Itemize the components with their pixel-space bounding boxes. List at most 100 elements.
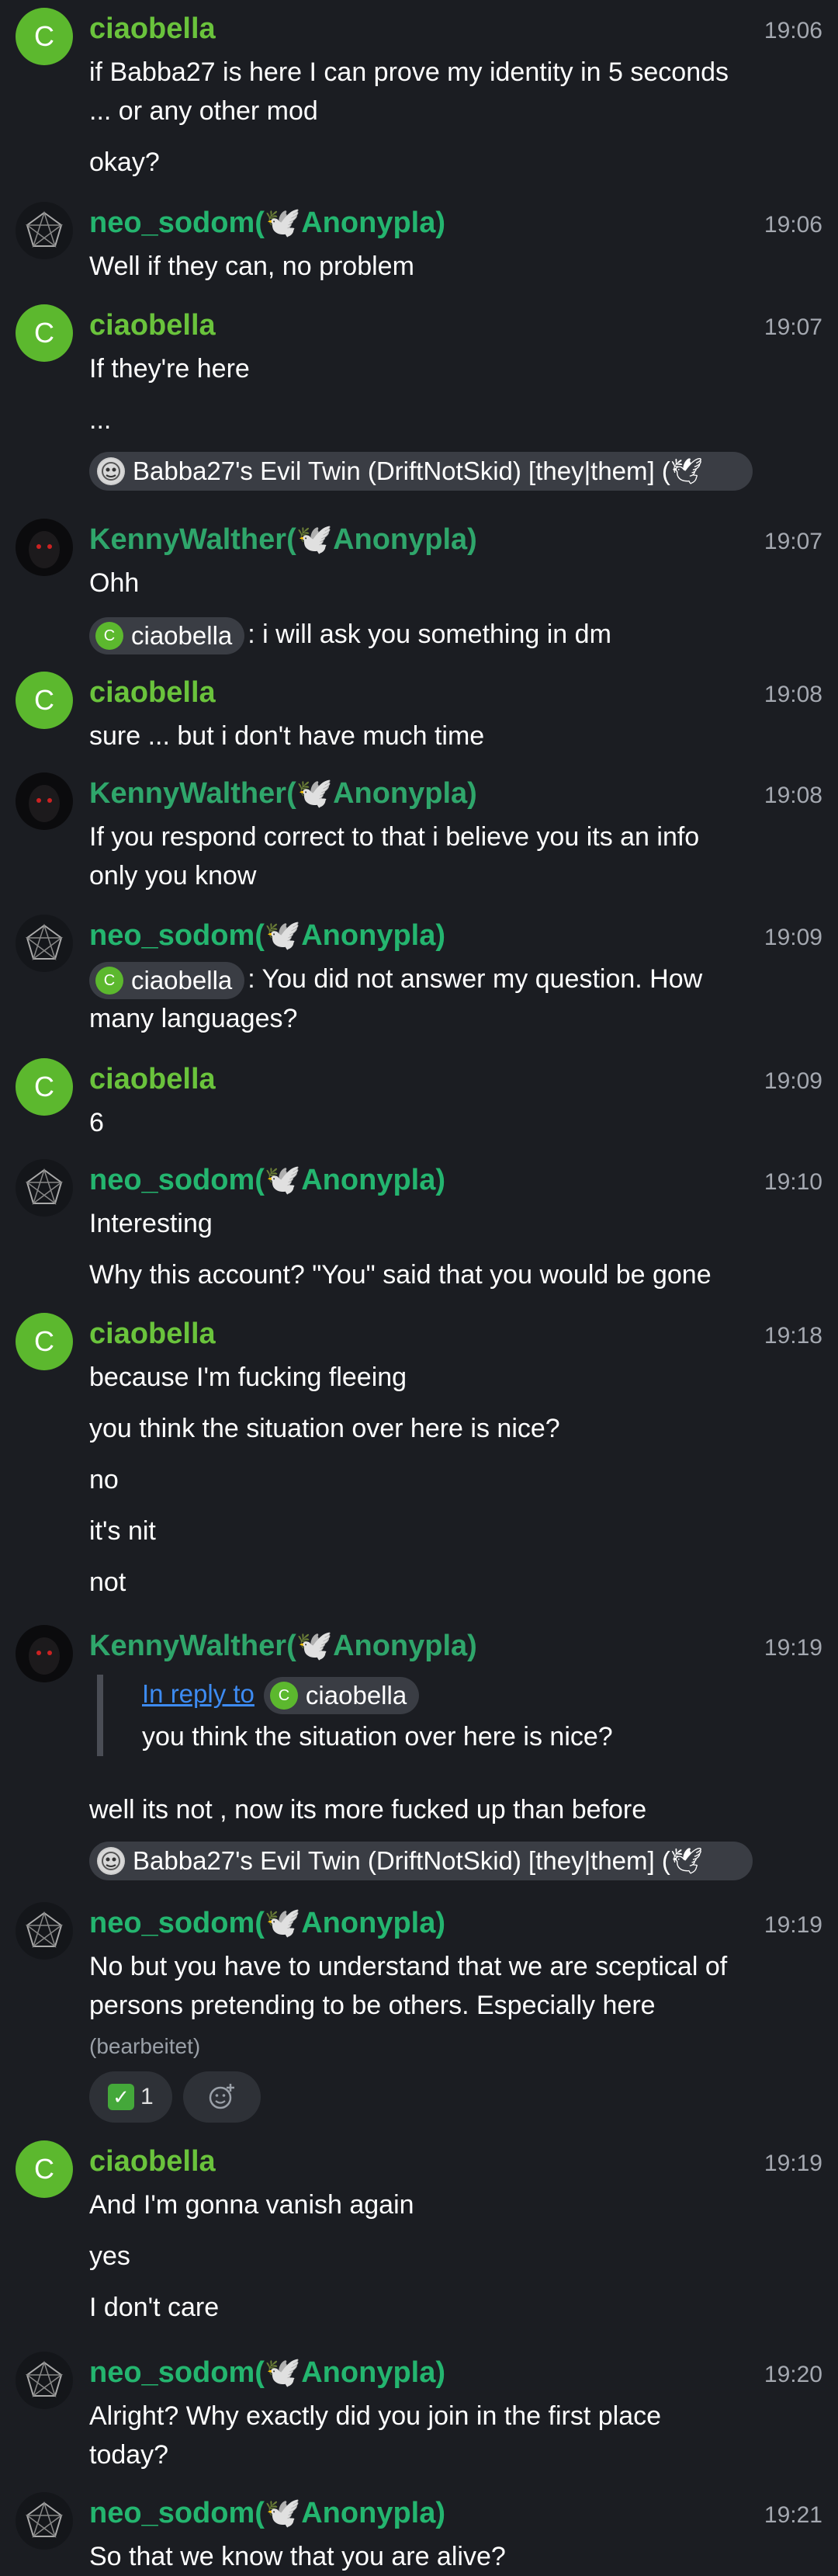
- reply-header: In reply to Cciaobella: [142, 1675, 741, 1715]
- sender-name[interactable]: KennyWalther(🕊️Anonypla): [89, 774, 477, 813]
- message-text: And I'm gonna vanish again: [89, 2190, 414, 2220]
- avatar[interactable]: C: [16, 8, 73, 65]
- timestamp: 19:06: [764, 18, 822, 43]
- message-text: sure ... but i don't have much time: [89, 721, 485, 751]
- in-reply-to-link[interactable]: In reply to: [142, 1679, 255, 1708]
- quoted-text: you think the situation over here is nic…: [142, 1722, 613, 1752]
- timestamp: 19:08: [764, 682, 822, 707]
- sender-name[interactable]: neo_sodom(🕊️Anonypla): [89, 916, 445, 955]
- pentagon-icon: [16, 2352, 73, 2409]
- dove-icon: 🕊️: [296, 1630, 334, 1662]
- sender-name[interactable]: neo_sodom(🕊️Anonypla): [89, 203, 445, 242]
- dove-icon: 🕊️: [264, 1164, 302, 1196]
- message-text: no: [89, 1465, 119, 1495]
- message-text: Alright? Why exactly did you join in the…: [89, 2401, 662, 2470]
- avatar[interactable]: [16, 202, 73, 259]
- dark-face-icon: [16, 519, 73, 576]
- message-text: Cciaobella: You did not answer my questi…: [89, 960, 741, 1038]
- avatar[interactable]: C: [16, 304, 73, 362]
- avatar[interactable]: [16, 2352, 73, 2409]
- sender-name[interactable]: KennyWalther(🕊️Anonypla): [89, 520, 477, 559]
- avatar[interactable]: [16, 915, 73, 972]
- message-text: you think the situation over here is nic…: [89, 1414, 560, 1443]
- sender-name[interactable]: ciaobella: [89, 1060, 216, 1099]
- avatar[interactable]: C: [16, 1313, 73, 1370]
- sender-name[interactable]: ciaobella: [89, 2142, 216, 2181]
- message-text: So that we know that you are alive?: [89, 2542, 506, 2571]
- sender-name[interactable]: neo_sodom(🕊️Anonypla): [89, 2494, 445, 2533]
- timestamp: 19:20: [764, 2362, 822, 2387]
- message-text: 6: [89, 1108, 104, 1137]
- message-text: No but you have to understand that we ar…: [89, 1952, 728, 2020]
- avatar[interactable]: [16, 772, 73, 830]
- read-receipt-pill[interactable]: Babba27's Evil Twin (DriftNotSkid) [they…: [89, 452, 753, 491]
- message-text: Interesting: [89, 1209, 213, 1238]
- dove-icon: 🕊️: [264, 1907, 302, 1939]
- mention-pill[interactable]: Cciaobella: [89, 962, 245, 1000]
- avatar[interactable]: C: [16, 672, 73, 729]
- message-text: yes: [89, 2241, 130, 2271]
- dove-icon: 🕊️: [264, 919, 302, 952]
- babba-avatar-icon: [99, 1849, 123, 1874]
- read-receipt-text: Babba27's Evil Twin (DriftNotSkid) [they…: [133, 1845, 703, 1875]
- mention-pill[interactable]: Cciaobella: [263, 1677, 420, 1715]
- message-text: I don't care: [89, 2293, 220, 2322]
- avatar[interactable]: C: [16, 1058, 73, 1116]
- timestamp: 19:09: [764, 925, 822, 950]
- sender-name[interactable]: ciaobella: [89, 673, 216, 712]
- dark-face-icon: [16, 772, 73, 830]
- chat-timeline: C ciaobella 19:06 if Babba27 is here I c…: [0, 0, 838, 2574]
- reactions-row: ✓ 1: [89, 2071, 741, 2123]
- sender-name[interactable]: neo_sodom(🕊️Anonypla): [89, 2353, 445, 2392]
- add-reaction-button[interactable]: [182, 2071, 261, 2123]
- timestamp: 19:21: [764, 2502, 822, 2528]
- timestamp: 19:19: [764, 1635, 822, 1661]
- mention-pill[interactable]: Cciaobella: [89, 617, 245, 655]
- message-text: if Babba27 is here I can prove my identi…: [89, 57, 729, 126]
- message-text: okay?: [89, 148, 160, 177]
- avatar[interactable]: C: [16, 2140, 73, 2198]
- pentagon-icon: [16, 202, 73, 259]
- sender-name[interactable]: ciaobella: [89, 306, 216, 345]
- avatar[interactable]: [16, 1159, 73, 1217]
- timestamp: 19:10: [764, 1169, 822, 1195]
- sender-name[interactable]: KennyWalther(🕊️Anonypla): [89, 1626, 477, 1665]
- read-receipt-text: Babba27's Evil Twin (DriftNotSkid) [they…: [133, 456, 703, 485]
- message-text: Cciaobella: i will ask you something in …: [89, 615, 741, 655]
- avatar[interactable]: [16, 519, 73, 576]
- timestamp: 19:09: [764, 1068, 822, 1094]
- sender-name[interactable]: neo_sodom(🕊️Anonypla): [89, 1161, 445, 1199]
- timestamp: 19:08: [764, 783, 822, 808]
- dove-icon: 🕊️: [264, 2497, 302, 2529]
- pentagon-icon: [16, 1159, 73, 1217]
- message-text: ...: [89, 405, 112, 435]
- timestamp: 19:07: [764, 314, 822, 340]
- message-text: because I'm fucking fleeing: [89, 1363, 407, 1392]
- sender-name[interactable]: ciaobella: [89, 1314, 216, 1353]
- dove-icon: 🕊️: [264, 2356, 302, 2389]
- dove-icon: 🕊️: [296, 523, 334, 556]
- pentagon-icon: [16, 1902, 73, 1960]
- dove-icon: 🕊️: [296, 777, 334, 810]
- message-text: well its not , now its more fucked up th…: [89, 1795, 647, 1825]
- check-icon: ✓: [108, 2084, 134, 2110]
- message-text: it's nit: [89, 1516, 156, 1546]
- message-text: Well if they can, no problem: [89, 252, 414, 281]
- timestamp: 19:18: [764, 1323, 822, 1349]
- dove-icon: 🕊️: [264, 207, 302, 239]
- avatar[interactable]: [16, 2492, 73, 2550]
- message-text: Why this account? "You" said that you wo…: [89, 1260, 712, 1290]
- dark-face-icon: [16, 1625, 73, 1682]
- pentagon-icon: [16, 2492, 73, 2550]
- reply-quote[interactable]: In reply to Cciaobella you think the situ…: [97, 1675, 741, 1757]
- timestamp: 19:19: [764, 2151, 822, 2176]
- sender-name[interactable]: neo_sodom(🕊️Anonypla): [89, 1904, 445, 1942]
- read-receipt-pill[interactable]: Babba27's Evil Twin (DriftNotSkid) [they…: [89, 1842, 753, 1881]
- sender-name[interactable]: ciaobella: [89, 9, 216, 48]
- avatar[interactable]: [16, 1625, 73, 1682]
- avatar[interactable]: [16, 1902, 73, 1960]
- timestamp: 19:06: [764, 212, 822, 238]
- reaction-check[interactable]: ✓ 1: [89, 2071, 172, 2123]
- edited-label: (bearbeitet): [89, 2034, 201, 2058]
- message-text: not: [89, 1567, 126, 1597]
